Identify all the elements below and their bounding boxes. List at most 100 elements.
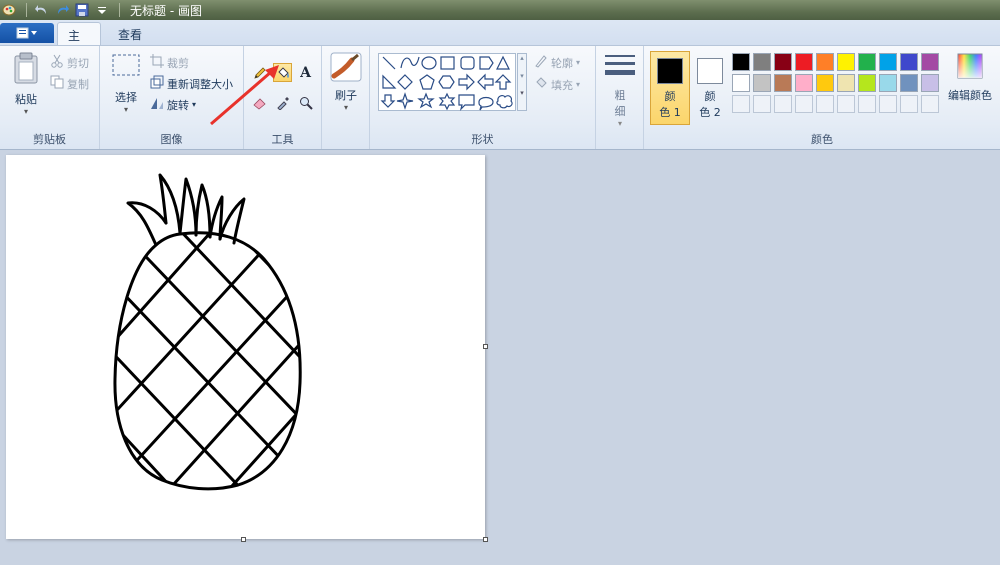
scroll-down-icon[interactable]: ▾ [518, 72, 526, 80]
palette-color-swatch[interactable] [816, 74, 834, 92]
colors-group: 颜 色 1 颜 色 2 编辑颜色 颜色 [644, 46, 1000, 149]
palette-color-swatch[interactable] [879, 74, 897, 92]
palette-color-swatch[interactable] [879, 95, 897, 113]
palette-color-swatch[interactable] [921, 53, 939, 71]
palette-color-swatch[interactable] [795, 53, 813, 71]
palette-color-swatch[interactable] [837, 53, 855, 71]
file-menu-button[interactable] [0, 23, 54, 43]
paint-app-icon[interactable] [0, 2, 18, 18]
palette-color-swatch[interactable] [858, 74, 876, 92]
palette-color-swatch[interactable] [774, 74, 792, 92]
title-separator-2 [119, 3, 120, 17]
palette-color-swatch[interactable] [858, 95, 876, 113]
size-label-line1: 粗 [614, 89, 626, 102]
outline-dropdown-icon: ▾ [576, 58, 581, 67]
redo-icon[interactable] [53, 2, 71, 18]
annotation-arrow-icon [210, 65, 279, 126]
cut-button[interactable]: 剪切 [50, 54, 89, 71]
window-title: 无标题 - 画图 [130, 3, 202, 18]
color-wheel-icon [957, 53, 983, 79]
tab-view[interactable]: 查看 [108, 22, 152, 45]
drawing-canvas[interactable] [6, 155, 485, 539]
line-thickness-icon [605, 55, 635, 75]
select-button[interactable]: 选择 ▾ [108, 52, 144, 122]
palette-color-swatch[interactable] [921, 74, 939, 92]
color2-label-line1: 颜 [704, 90, 716, 103]
brushes-button[interactable]: 刷子 ▾ [328, 52, 364, 122]
shapes-gallery-scrollbar[interactable]: ▴ ▾ ▾ [517, 53, 527, 111]
brushes-label: 刷子 [335, 89, 357, 102]
rotate-label: 旋转 [167, 98, 189, 112]
resize-handle-right[interactable] [483, 344, 488, 349]
text-tool-button[interactable]: A [296, 63, 315, 82]
shapes-gallery[interactable] [378, 53, 516, 111]
brushes-dropdown-icon: ▾ [343, 103, 348, 112]
palette-color-swatch[interactable] [858, 53, 876, 71]
crop-button[interactable]: 裁剪 [150, 54, 189, 71]
select-rectangle-icon [112, 54, 140, 76]
palette-color-swatch[interactable] [774, 95, 792, 113]
magnifier-tool-button[interactable] [296, 93, 315, 112]
resize-handle-corner[interactable] [483, 537, 488, 542]
palette-color-swatch[interactable] [900, 53, 918, 71]
select-dropdown-icon: ▾ [123, 105, 128, 114]
customize-dropdown-icon[interactable] [93, 2, 111, 18]
palette-color-swatch[interactable] [732, 95, 750, 113]
color-palette [732, 53, 944, 117]
brushes-group: 刷子 ▾ [322, 46, 370, 149]
outline-button[interactable]: 轮廓 ▾ [534, 54, 580, 71]
undo-icon[interactable] [33, 2, 51, 18]
gallery-expand-icon[interactable]: ▾ [518, 89, 526, 97]
scroll-up-icon[interactable]: ▴ [518, 54, 526, 62]
palette-color-swatch[interactable] [795, 74, 813, 92]
copy-button[interactable]: 复制 [50, 75, 89, 92]
palette-color-swatch[interactable] [774, 53, 792, 71]
shapes-gallery-icons [380, 55, 513, 111]
color1-button[interactable]: 颜 色 1 [650, 51, 690, 125]
fill-style-button[interactable]: 填充 ▾ [534, 76, 580, 93]
palette-color-swatch[interactable] [837, 95, 855, 113]
tools-group-label: 工具 [271, 133, 294, 146]
palette-color-swatch[interactable] [879, 53, 897, 71]
clipboard-group-label: 剪贴板 [33, 133, 66, 146]
palette-color-swatch[interactable] [816, 95, 834, 113]
palette-color-swatch[interactable] [732, 74, 750, 92]
paste-label: 粘贴 [15, 93, 37, 106]
outline-label: 轮廓 [551, 56, 573, 70]
color1-swatch [657, 58, 683, 84]
ribbon: 粘贴 ▾ 剪切 复制 剪贴板 选择 ▾ 裁剪 重新调整大小 旋转 ▾ 图像 A … [0, 45, 1000, 150]
palette-color-swatch[interactable] [921, 95, 939, 113]
size-button[interactable]: 粗 细 ▾ [602, 52, 638, 132]
color1-label-line1: 颜 [664, 90, 676, 103]
palette-color-swatch[interactable] [795, 95, 813, 113]
clipboard-group: 粘贴 ▾ 剪切 复制 剪贴板 [0, 46, 100, 149]
palette-color-swatch[interactable] [753, 53, 771, 71]
cut-label: 剪切 [67, 56, 89, 70]
title-bar: 无标题 - 画图 [0, 0, 1000, 20]
resize-handle-bottom[interactable] [241, 537, 246, 542]
palette-color-swatch[interactable] [816, 53, 834, 71]
color2-button[interactable]: 颜 色 2 [690, 51, 730, 125]
palette-color-swatch[interactable] [900, 95, 918, 113]
palette-color-swatch[interactable] [753, 74, 771, 92]
palette-color-swatch[interactable] [753, 95, 771, 113]
palette-color-swatch[interactable] [837, 74, 855, 92]
palette-color-swatch[interactable] [732, 53, 750, 71]
rotate-button[interactable]: 旋转 ▾ [150, 96, 196, 113]
edit-colors-button[interactable]: 编辑颜色 [944, 52, 996, 122]
shapes-group: ▴ ▾ ▾ 轮廓 ▾ 填充 ▾ 形状 [370, 46, 596, 149]
select-label: 选择 [115, 91, 137, 104]
paste-button[interactable]: 粘贴 ▾ [8, 52, 44, 122]
save-icon[interactable] [73, 2, 91, 18]
ribbon-tab-row: 主页 查看 [0, 20, 1000, 60]
paste-dropdown-icon: ▾ [23, 107, 28, 116]
copy-icon [50, 75, 64, 92]
tab-home[interactable]: 主页 [57, 22, 101, 60]
palette-color-swatch[interactable] [900, 74, 918, 92]
workspace [0, 150, 1000, 565]
fill-style-dropdown-icon: ▾ [576, 80, 581, 89]
pineapple-drawing [113, 173, 302, 491]
edit-colors-label: 编辑颜色 [948, 89, 992, 102]
document-menu-icon [16, 27, 37, 39]
paste-icon [14, 52, 38, 84]
